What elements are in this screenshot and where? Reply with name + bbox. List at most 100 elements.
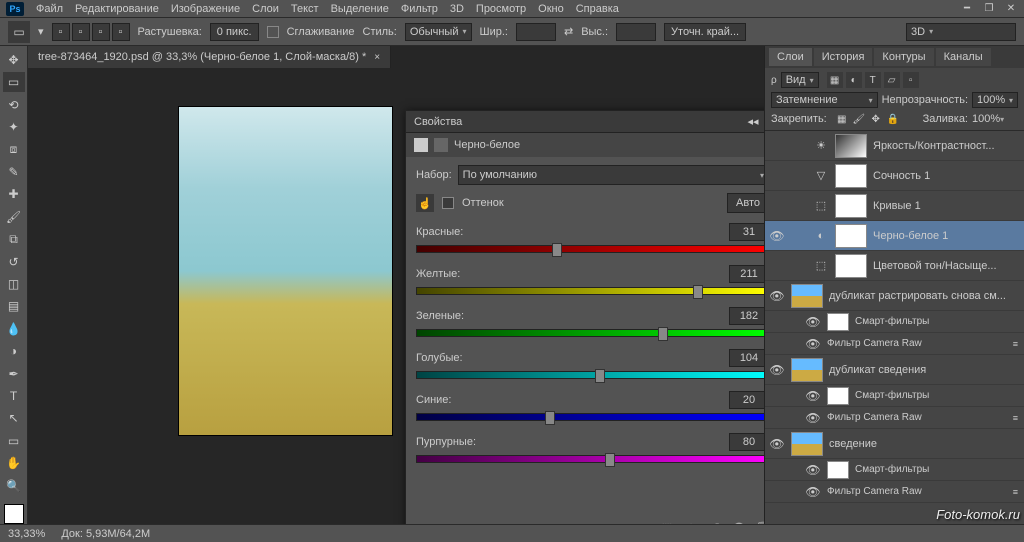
layer-thumbnail[interactable] [835,224,867,248]
layer-row[interactable]: 👁◐Черно-белое 1 [765,221,1024,251]
eyedropper-tool[interactable]: ✎ [3,162,25,181]
pen-tool[interactable]: ✒ [3,364,25,383]
slider-value-input[interactable]: 20 [729,391,764,409]
filter-type-icon[interactable]: T [865,72,881,88]
gradient-tool[interactable]: ▤ [3,297,25,316]
slider-track[interactable] [416,455,764,463]
layer-name[interactable]: Кривые 1 [873,200,1024,212]
camera-raw-filter-row[interactable]: 👁Фильтр Camera Raw≡ [765,407,1024,429]
stamp-tool[interactable]: ⧉ [3,229,25,248]
menu-filter[interactable]: Фильтр [401,3,438,15]
layer-row[interactable]: ⬚Цветовой тон/Насыще... [765,251,1024,281]
filter-settings-icon[interactable]: ≡ [1013,487,1018,497]
layer-row[interactable]: ⬚Кривые 1 [765,191,1024,221]
slider-track[interactable] [416,245,764,253]
preset-select[interactable]: По умолчанию▾ [458,165,764,185]
visibility-toggle[interactable]: 👁 [769,363,785,377]
close-tab-icon[interactable]: × [374,52,380,63]
marquee-tool[interactable]: ▭ [3,72,25,91]
tool-presets-icon[interactable]: ▾ [38,25,44,38]
camera-raw-filter-row[interactable]: 👁Фильтр Camera Raw≡ [765,481,1024,503]
targeted-adjustment-tool[interactable]: ☝ [416,194,434,212]
zoom-tool[interactable]: 🔍 [3,476,25,495]
layer-thumbnail[interactable] [791,358,823,382]
hand-tool[interactable]: ✋ [3,454,25,473]
visibility-toggle[interactable]: 👁 [805,485,821,499]
blur-tool[interactable]: 💧 [3,319,25,338]
filter-mask-thumb[interactable] [827,313,849,331]
slider-thumb[interactable] [693,285,703,299]
smart-filters-row[interactable]: 👁Смарт-фильтры [765,311,1024,333]
menu-layer[interactable]: Слои [252,3,279,15]
layer-filter-select[interactable]: Вид▾ [781,72,819,88]
slider-track[interactable] [416,413,764,421]
style-select[interactable]: Обычный▾ [405,23,472,41]
panel-collapse-icon[interactable]: ◂◂ [748,115,759,128]
layer-name[interactable]: Сочность 1 [873,170,1024,182]
layer-name[interactable]: сведение [829,438,1024,450]
layer-row[interactable]: 👁 дубликат растрировать снова см... [765,281,1024,311]
minimize-button[interactable]: ━ [958,2,976,16]
menu-view[interactable]: Просмотр [476,3,526,15]
layer-row[interactable]: 👁сведение [765,429,1024,459]
layer-name[interactable]: дубликат сведения [829,364,1024,376]
menu-help[interactable]: Справка [576,3,619,15]
lock-transparent-icon[interactable]: ▦ [835,112,849,126]
lock-pixels-icon[interactable]: 🖌 [852,112,866,126]
workspace-select[interactable]: 3D▾ [906,23,1016,41]
layer-row[interactable]: 👁 дубликат сведения [765,355,1024,385]
filter-pixel-icon[interactable]: ▦ [827,72,843,88]
filter-mask-thumb[interactable] [827,387,849,405]
lasso-tool[interactable]: ⟲ [3,95,25,114]
lock-position-icon[interactable]: ✥ [869,112,883,126]
filter-smart-icon[interactable]: ▫ [903,72,919,88]
visibility-toggle[interactable]: 👁 [805,411,821,425]
menu-file[interactable]: Файл [36,3,63,15]
swap-wh-icon[interactable]: ⇄ [564,25,573,38]
width-input[interactable] [516,23,556,41]
camera-raw-filter-row[interactable]: 👁Фильтр Camera Raw≡ [765,333,1024,355]
tint-checkbox[interactable] [442,197,454,209]
layer-thumbnail[interactable] [835,194,867,218]
visibility-toggle[interactable]: 👁 [805,315,821,329]
layer-thumbnail[interactable] [835,134,867,158]
slider-value-input[interactable]: 31 [729,223,764,241]
crop-tool[interactable]: ⧈ [3,140,25,159]
eraser-tool[interactable]: ◫ [3,274,25,293]
visibility-toggle[interactable]: 👁 [769,229,785,243]
slider-value-input[interactable]: 80 [729,433,764,451]
menu-type[interactable]: Текст [291,3,319,15]
intersect-selection-icon[interactable]: ▫ [112,23,130,41]
dodge-tool[interactable]: ◑ [3,341,25,360]
layer-thumbnail[interactable] [791,284,823,308]
layer-thumbnail[interactable] [835,164,867,188]
move-tool[interactable]: ✥ [3,50,25,69]
brush-tool[interactable]: 🖌 [3,207,25,226]
menu-select[interactable]: Выделение [331,3,389,15]
layer-row[interactable]: ☀Яркость/Контрастност... [765,131,1024,161]
layer-name[interactable]: дубликат растрировать снова см... [829,290,1024,302]
slider-track[interactable] [416,329,764,337]
auto-button[interactable]: Авто [727,193,764,213]
type-tool[interactable]: T [3,386,25,405]
slider-thumb[interactable] [605,453,615,467]
smart-filters-row[interactable]: 👁Смарт-фильтры [765,459,1024,481]
slider-track[interactable] [416,287,764,295]
slider-value-input[interactable]: 182 [729,307,764,325]
layer-row[interactable]: ▽Сочность 1 [765,161,1024,191]
slider-track[interactable] [416,371,764,379]
feather-input[interactable]: 0 пикс. [210,23,259,41]
heal-tool[interactable]: ✚ [3,185,25,204]
visibility-toggle[interactable]: 👁 [769,289,785,303]
properties-panel-header[interactable]: Свойства ◂◂ × [406,111,764,133]
maximize-button[interactable]: ❐ [980,2,998,16]
new-selection-icon[interactable]: ▫ [52,23,70,41]
menu-3d[interactable]: 3D [450,3,464,15]
smart-filters-row[interactable]: 👁Смарт-фильтры [765,385,1024,407]
tab-paths[interactable]: Контуры [874,48,933,66]
layer-name[interactable]: Черно-белое 1 [873,230,1024,242]
height-input[interactable] [616,23,656,41]
subtract-selection-icon[interactable]: ▫ [92,23,110,41]
zoom-readout[interactable]: 33,33% [8,528,45,540]
opacity-input[interactable]: 100%▾ [972,92,1018,108]
